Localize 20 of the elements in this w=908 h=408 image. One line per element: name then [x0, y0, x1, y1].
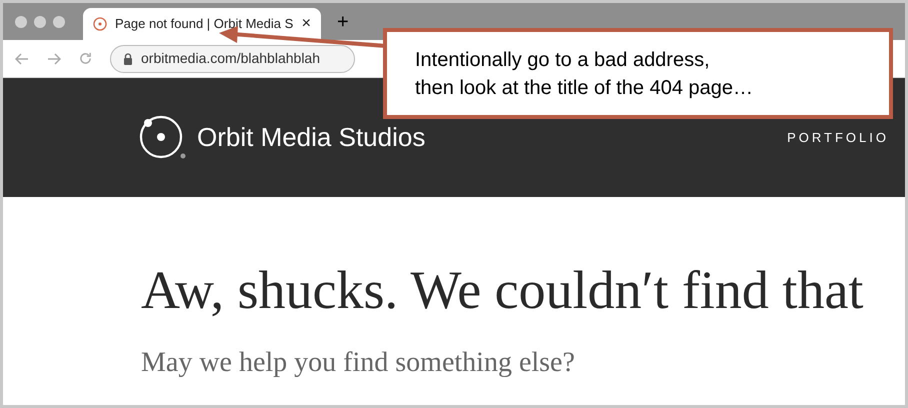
window-control-icon[interactable]: [53, 16, 65, 28]
nav-link[interactable]: PORTFOLIO: [787, 128, 889, 148]
callout-text: then look at the title of the 404 page…: [415, 76, 754, 100]
address-text: orbitmedia.com/blahblahblah: [141, 49, 320, 68]
favicon-icon: [93, 17, 107, 31]
page-subheading: May we help you find something else?: [141, 346, 576, 380]
tab-title: Page not found | Orbit Media S: [115, 15, 294, 34]
address-field[interactable]: orbitmedia.com/blahblahblah: [110, 44, 355, 72]
lock-icon: [123, 52, 133, 64]
window-control-icon[interactable]: [34, 16, 46, 28]
logo-text[interactable]: Orbit Media Studios: [197, 118, 426, 157]
browser-tab[interactable]: Page not found | Orbit Media S ×: [83, 8, 321, 40]
forward-icon[interactable]: [47, 52, 61, 64]
close-tab-button[interactable]: ×: [302, 16, 311, 32]
callout-text: Intentionally go to a bad address,: [415, 48, 711, 72]
reload-icon[interactable]: [79, 52, 92, 65]
back-icon[interactable]: [15, 52, 29, 64]
new-tab-button[interactable]: +: [337, 12, 349, 32]
page-heading: Aw, shucks. We couldn′t find that: [141, 261, 864, 320]
window-control-icon[interactable]: [15, 16, 27, 28]
